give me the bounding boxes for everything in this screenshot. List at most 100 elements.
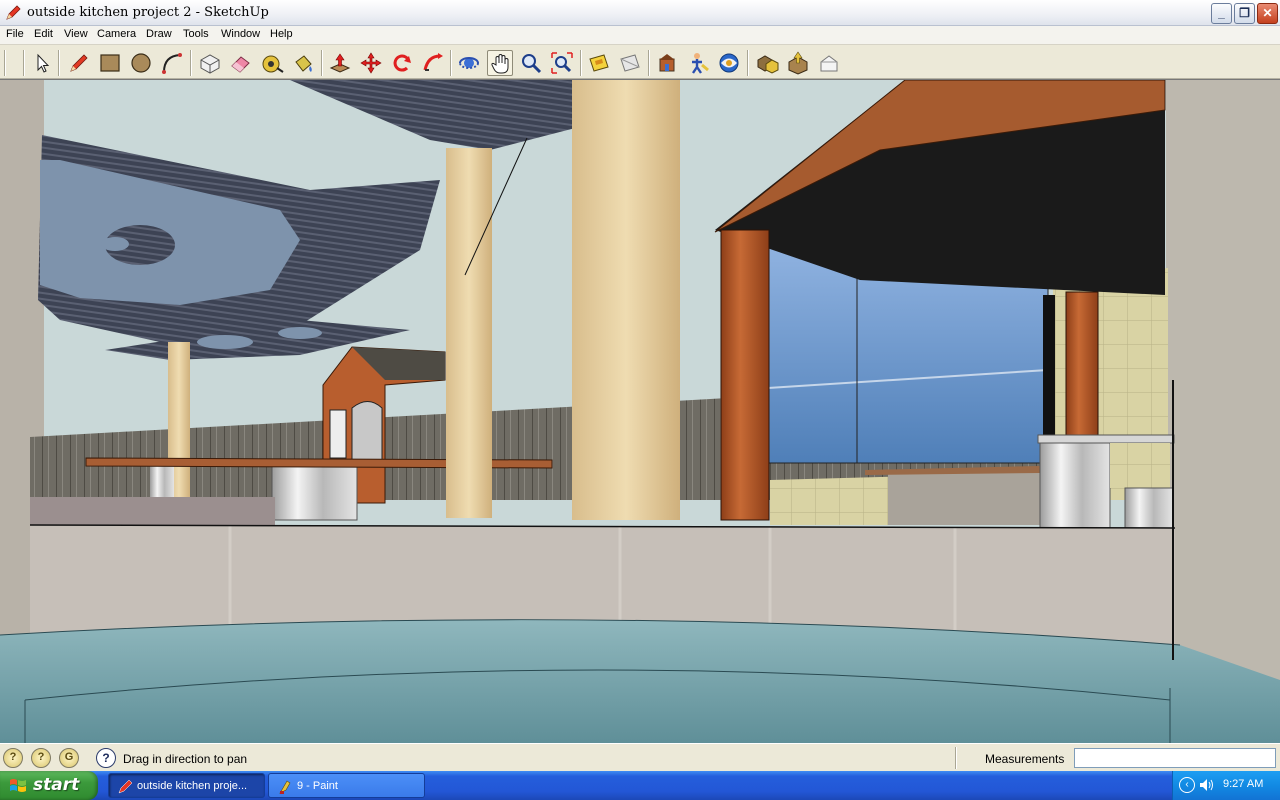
clock[interactable]: 9:27 AM [1223, 778, 1263, 790]
menu-view[interactable]: View [64, 28, 88, 40]
menu-edit[interactable]: Edit [34, 28, 53, 40]
section-display-icon [620, 54, 640, 72]
arc-tool-button[interactable] [159, 50, 185, 76]
toolbar-separator [648, 50, 650, 76]
pencil-line-icon [70, 54, 88, 72]
title-bar: outside kitchen project 2 - SketchUp _ ❐… [0, 0, 1280, 26]
materials-button[interactable] [785, 50, 811, 76]
pan-tool-button[interactable] [487, 50, 513, 76]
restore-button[interactable]: ❐ [1234, 3, 1255, 24]
circle-icon [131, 53, 151, 73]
steel-grill-cabinet [1039, 437, 1111, 534]
minimize-icon: _ [1218, 6, 1225, 20]
menu-camera[interactable]: Camera [97, 28, 136, 40]
status-message: Drag in direction to pan [123, 752, 248, 766]
tray-expand-icon[interactable]: ‹ [1179, 777, 1195, 793]
toolbar-separator [747, 50, 749, 76]
walk-look-button[interactable] [685, 50, 711, 76]
main-toolbar [0, 45, 1280, 79]
components-icon [757, 55, 779, 74]
toolbar-separator [190, 50, 192, 76]
windows-taskbar: start outside kitchen proje... 9 - Paint… [0, 771, 1280, 800]
volume-icon[interactable] [1199, 778, 1215, 792]
move-icon [360, 52, 382, 74]
push-pull-icon [329, 53, 351, 73]
paint-brush-icon [279, 780, 291, 794]
select-tool-button[interactable] [29, 50, 55, 76]
eraser-tool-button[interactable] [228, 50, 254, 76]
walk-look-icon [692, 53, 709, 74]
toolbar-separator [58, 50, 60, 76]
get-models-button[interactable] [654, 50, 680, 76]
zoom-extents-button[interactable] [549, 50, 575, 76]
toolbar-separator [321, 50, 323, 76]
birch-column-front [572, 80, 680, 520]
rotate-tool-button[interactable] [389, 50, 415, 76]
section-plane-button[interactable] [586, 50, 612, 76]
pencil-tool-button[interactable] [66, 50, 92, 76]
menu-file[interactable]: File [6, 28, 24, 40]
section-display-button[interactable] [617, 50, 643, 76]
rotate-icon [393, 54, 411, 72]
follow-me-icon [423, 53, 443, 71]
status-divider [955, 747, 957, 769]
close-icon: ✕ [1262, 6, 1273, 20]
model-viewport[interactable] [0, 79, 1280, 743]
orbit-tool-button[interactable] [456, 50, 482, 76]
credits-icon[interactable]: ? [31, 748, 51, 768]
section-plane-icon [589, 54, 609, 72]
share-model-button[interactable] [716, 50, 742, 76]
tape-measure-button[interactable] [259, 50, 285, 76]
make-component-icon [200, 54, 220, 74]
move-tool-button[interactable] [358, 50, 384, 76]
close-button[interactable]: ✕ [1257, 3, 1278, 24]
make-component-button[interactable] [197, 50, 223, 76]
menu-draw[interactable]: Draw [146, 28, 172, 40]
paint-bucket-button[interactable] [290, 50, 316, 76]
push-pull-button[interactable] [327, 50, 353, 76]
minimize-button[interactable]: _ [1211, 3, 1232, 24]
toolbar-separator [23, 50, 25, 76]
menu-help[interactable]: Help [270, 28, 293, 40]
measurements-input[interactable] [1074, 748, 1276, 768]
menu-window[interactable]: Window [221, 28, 260, 40]
pan-hand-icon [491, 53, 509, 74]
task-label: 9 - Paint [297, 780, 338, 792]
sketchup-pencil-icon [6, 5, 21, 20]
zoom-tool-button[interactable] [518, 50, 544, 76]
window-title: outside kitchen project 2 - SketchUp [27, 5, 269, 20]
rectangle-icon [100, 54, 120, 72]
menu-bar: File Edit View Camera Draw Tools Window … [0, 26, 1280, 45]
styles-icon [820, 55, 838, 72]
task-paint[interactable]: 9 - Paint [268, 773, 425, 798]
share-model-icon [719, 53, 739, 73]
scene-render[interactable] [0, 80, 1280, 743]
arc-icon [162, 53, 182, 74]
geo-location-icon[interactable]: ? [3, 748, 23, 768]
menu-tools[interactable]: Tools [183, 28, 209, 40]
start-label: start [33, 775, 80, 795]
styles-button[interactable] [816, 50, 842, 76]
get-models-icon [659, 54, 675, 72]
right-stone-wall [1166, 80, 1280, 743]
sign-in-icon[interactable]: G [59, 748, 79, 768]
system-tray: ‹ 9:27 AM [1172, 771, 1280, 800]
zoom-extents-icon [551, 52, 573, 74]
task-sketchup[interactable]: outside kitchen proje... [108, 773, 265, 798]
wood-column-left [720, 229, 770, 521]
zoom-icon [522, 54, 542, 74]
components-button[interactable] [754, 50, 780, 76]
start-button[interactable]: start [0, 771, 98, 800]
instructor-help-icon[interactable]: ? [96, 748, 116, 768]
follow-me-button[interactable] [420, 50, 446, 76]
paint-bucket-icon [295, 55, 312, 72]
rectangle-tool-button[interactable] [97, 50, 123, 76]
restore-icon: ❐ [1239, 6, 1250, 20]
steel-cylinder-base [271, 463, 358, 521]
measurements-label: Measurements [985, 752, 1065, 766]
eraser-icon [231, 56, 250, 73]
toolbar-separator [450, 50, 452, 76]
sketchup-window: outside kitchen project 2 - SketchUp _ ❐… [0, 0, 1280, 800]
circle-tool-button[interactable] [128, 50, 154, 76]
task-label: outside kitchen proje... [137, 780, 248, 792]
